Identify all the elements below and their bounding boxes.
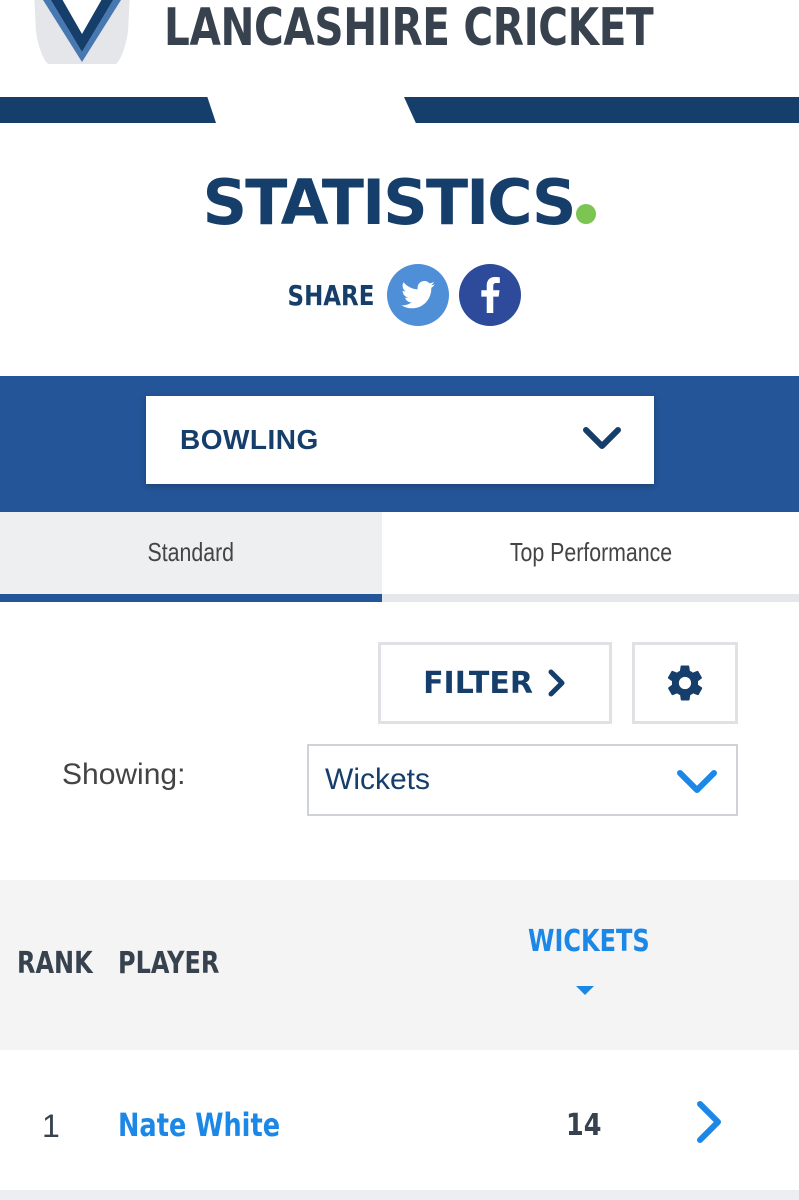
share-label: SHARE xyxy=(287,278,374,312)
showing-select[interactable]: Wickets xyxy=(307,744,738,816)
row-rank: 1 xyxy=(42,1108,60,1144)
page-title-text: STATISTICS xyxy=(202,166,577,239)
tab-standard-label: Standard xyxy=(147,537,235,567)
category-select-value: BOWLING xyxy=(180,424,319,455)
cricket-shirt-icon[interactable] xyxy=(28,0,136,70)
row-divider xyxy=(0,1190,799,1200)
filter-label: FILTER xyxy=(423,665,533,701)
tab-top-performance[interactable]: Top Performance xyxy=(382,512,799,594)
site-header: LANCASHIRE CRICKET xyxy=(0,0,799,128)
table-row[interactable]: 1 Nate White 14 xyxy=(0,1050,799,1192)
stats-tabs: Standard Top Performance xyxy=(0,512,799,602)
row-wickets: 14 xyxy=(566,1108,602,1143)
chevron-down-icon xyxy=(583,427,621,449)
column-header-wickets[interactable]: WICKETS xyxy=(528,924,650,959)
tab-top-performance-label: Top Performance xyxy=(509,537,672,567)
tab-standard[interactable]: Standard xyxy=(0,512,382,594)
active-tab-indicator xyxy=(0,594,382,602)
twitter-share-button[interactable] xyxy=(387,264,450,326)
facebook-share-button[interactable] xyxy=(459,264,522,326)
title-accent-dot xyxy=(576,204,597,224)
column-header-player: PLAYER xyxy=(118,946,220,981)
chevron-down-icon xyxy=(677,770,717,793)
table-header: RANK PLAYER WICKETS xyxy=(0,880,799,1050)
header-stripe-left xyxy=(0,97,216,123)
filter-button[interactable]: FILTER xyxy=(378,642,612,724)
brand-title[interactable]: LANCASHIRE CRICKET xyxy=(164,0,654,56)
row-player-link[interactable]: Nate White xyxy=(118,1106,280,1144)
showing-label: Showing: xyxy=(62,758,186,791)
category-select[interactable]: BOWLING xyxy=(146,396,654,484)
chevron-right-icon xyxy=(548,669,565,697)
chevron-right-icon[interactable] xyxy=(694,1100,724,1144)
column-header-rank: RANK xyxy=(17,946,93,981)
page-title: STATISTICS xyxy=(0,166,799,239)
twitter-icon xyxy=(401,281,436,309)
tab-underline-track xyxy=(382,594,799,602)
sort-caret-icon xyxy=(576,986,594,995)
header-stripe-right xyxy=(404,97,799,123)
showing-select-value: Wickets xyxy=(325,763,430,796)
facebook-icon xyxy=(481,277,501,313)
share-bar: SHARE xyxy=(0,264,799,326)
gear-icon xyxy=(667,665,703,701)
settings-button[interactable] xyxy=(632,642,738,724)
